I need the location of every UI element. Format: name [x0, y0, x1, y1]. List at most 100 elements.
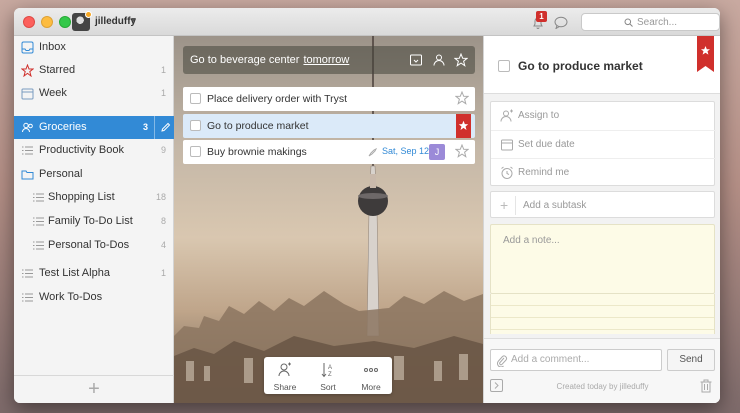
sort-label: Sort: [320, 382, 336, 392]
item-count: 18: [155, 192, 166, 202]
send-button[interactable]: Send: [667, 349, 715, 371]
note-placeholder: Add a note...: [503, 235, 560, 246]
calendar-icon: [21, 88, 34, 100]
note-field[interactable]: Add a note...: [490, 224, 715, 294]
share-icon: [278, 362, 291, 377]
sidebar-item-label: Personal To-Dos: [48, 239, 130, 251]
add-task-date-keyword: tomorrow: [303, 54, 350, 66]
comment-input[interactable]: Add a comment...: [490, 349, 662, 371]
add-subtask-row[interactable]: + Add a subtask: [490, 191, 715, 218]
sidebar-item-productivity-book[interactable]: Productivity Book 9: [14, 139, 174, 162]
item-count: 8: [160, 216, 166, 226]
sidebar-item-work-to-dos[interactable]: Work To-Dos: [14, 286, 174, 309]
maximize-window-button[interactable]: [59, 16, 71, 28]
item-count: 4: [160, 240, 166, 250]
sidebar-item-test-list-alpha[interactable]: Test List Alpha 1: [14, 262, 174, 285]
add-list-button[interactable]: +: [14, 375, 174, 403]
add-task-text: Go to beverage center: [190, 54, 300, 66]
item-count: 1: [160, 88, 166, 98]
remind-row[interactable]: Remind me: [491, 158, 716, 186]
plus-icon: +: [500, 197, 509, 213]
task-due-date: Sat, Sep 12: [382, 146, 430, 156]
task-properties-card: Assign to Set due date Remind me: [490, 101, 716, 186]
star-icon[interactable]: [454, 53, 468, 67]
sidebar-item-label: Family To-Do List: [48, 215, 133, 227]
star-icon[interactable]: [455, 91, 469, 105]
sidebar-item-inbox[interactable]: Inbox: [14, 36, 174, 59]
due-date-label: Set due date: [518, 139, 575, 150]
comment-icon[interactable]: [554, 16, 568, 29]
alarm-clock-icon: [501, 166, 513, 179]
sidebar-item-label: Productivity Book: [39, 144, 124, 156]
detail-footer: Add a comment... Send Created today by j…: [484, 338, 720, 403]
sidebar-item-label: Groceries: [39, 121, 87, 133]
close-window-button[interactable]: [23, 16, 35, 28]
task-row-selected[interactable]: Go to produce market: [183, 114, 475, 138]
detail-header: Go to produce market: [484, 36, 720, 94]
sidebar-item-shopping-list[interactable]: Shopping List 18: [14, 186, 174, 209]
detail-title[interactable]: Go to produce market: [518, 59, 643, 73]
task-row[interactable]: Place delivery order with Tryst: [183, 87, 475, 111]
inbox-icon: [21, 41, 34, 54]
minimize-window-button[interactable]: [41, 16, 53, 28]
title-bar: jilleduffy ▼ 1 Search...: [14, 8, 720, 36]
sort-icon: AZ: [321, 363, 332, 378]
star-icon: [458, 120, 469, 130]
sidebar-item-label: Personal: [39, 168, 83, 180]
search-input[interactable]: Search...: [581, 13, 720, 31]
starred-ribbon[interactable]: [456, 114, 471, 138]
assignee-avatar: J: [429, 144, 445, 160]
chevron-down-icon[interactable]: ▼: [130, 17, 137, 24]
folder-icon: [21, 170, 34, 180]
add-task-input[interactable]: Go to beverage center tomorrow: [183, 46, 475, 74]
due-date-row[interactable]: Set due date: [491, 130, 716, 158]
list-toolbar: Share AZ Sort More: [264, 357, 392, 394]
sort-button[interactable]: AZ Sort: [307, 357, 349, 394]
notification-badge: 1: [536, 11, 547, 22]
task-title: Go to produce market: [207, 120, 309, 132]
starred-ribbon[interactable]: [697, 36, 714, 72]
sidebar-item-label: Starred: [39, 64, 76, 76]
task-checkbox[interactable]: [190, 93, 201, 104]
sidebar-folder-personal[interactable]: Personal: [14, 163, 174, 186]
task-checkbox[interactable]: [190, 120, 201, 131]
reminder-icon: [368, 148, 377, 157]
sidebar-item-groceries[interactable]: Groceries 3: [14, 116, 174, 139]
list-icon: [33, 193, 44, 202]
list-icon: [22, 293, 33, 302]
task-checkbox[interactable]: [498, 60, 510, 72]
search-placeholder: Search...: [636, 16, 678, 28]
sidebar-item-label: Test List Alpha: [39, 267, 110, 279]
list-icon: [22, 146, 33, 155]
trash-icon[interactable]: [700, 379, 712, 393]
assign-icon[interactable]: [432, 53, 446, 67]
list-icon: [33, 217, 44, 226]
due-date-icon[interactable]: [409, 53, 423, 67]
sidebar-item-week[interactable]: Week 1: [14, 82, 174, 105]
assign-to-row[interactable]: Assign to: [491, 102, 716, 130]
sidebar-item-personal-to-dos[interactable]: Personal To-Dos 4: [14, 234, 174, 257]
task-checkbox[interactable]: [190, 146, 201, 157]
list-icon: [22, 269, 33, 278]
pencil-icon: [161, 122, 171, 132]
task-title: Buy brownie makings: [207, 146, 307, 158]
sidebar-item-family-to-do-list[interactable]: Family To-Do List 8: [14, 210, 174, 233]
task-detail-panel: Go to produce market Assign to Set due d…: [483, 36, 720, 403]
star-icon: [21, 64, 34, 77]
plus-icon: +: [88, 378, 100, 400]
subtask-placeholder: Add a subtask: [523, 200, 587, 211]
more-button[interactable]: More: [350, 357, 392, 394]
task-row[interactable]: Buy brownie makings Sat, Sep 12 J: [183, 140, 475, 164]
star-icon[interactable]: [455, 144, 469, 158]
svg-text:Z: Z: [328, 372, 332, 378]
sidebar-item-starred[interactable]: Starred 1: [14, 59, 174, 82]
task-title: Place delivery order with Tryst: [207, 93, 348, 105]
shared-list-icon: [22, 122, 33, 133]
edit-list-button[interactable]: [154, 116, 174, 139]
share-button[interactable]: Share: [264, 357, 306, 394]
created-by-text: Created today by jilleduffy: [556, 382, 649, 391]
assign-label: Assign to: [518, 110, 560, 121]
sidebar-item-label: Work To-Dos: [39, 291, 103, 303]
share-label: Share: [273, 382, 297, 392]
remind-label: Remind me: [518, 167, 570, 178]
